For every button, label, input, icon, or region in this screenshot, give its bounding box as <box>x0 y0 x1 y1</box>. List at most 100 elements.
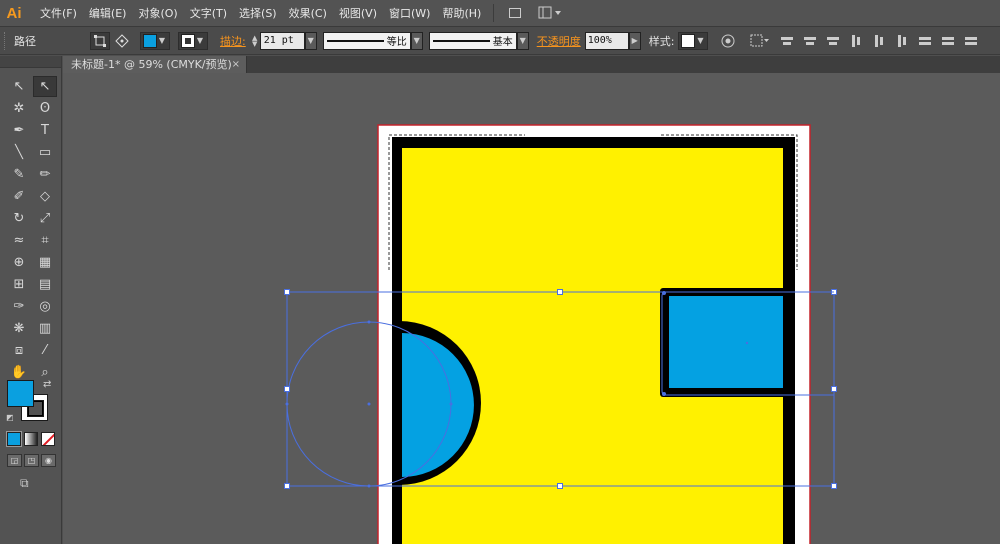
lasso-tool[interactable]: ʘ <box>33 98 57 119</box>
right-box-center <box>745 341 749 345</box>
panel-grip[interactable] <box>4 31 8 50</box>
control-bar: 路径 ▼ ▼ 描边: ▲ ▼ 21 pt ▼ 等比 ▼ 基本 ▼ 不透明度 100… <box>0 27 1000 55</box>
pen-tool[interactable]: ✒ <box>7 120 31 141</box>
menu-edit[interactable]: 编辑(E) <box>83 0 133 27</box>
menu-select[interactable]: 选择(S) <box>233 0 283 27</box>
color-mode-icon[interactable] <box>6 431 22 447</box>
canvas-area[interactable] <box>63 73 1000 544</box>
chevron-down-icon[interactable]: ▼ <box>410 31 423 50</box>
screen-mode-icon[interactable]: ⧉ <box>20 476 38 490</box>
style-label: 样式: <box>648 34 675 48</box>
menu-type[interactable]: 文字(T) <box>184 0 233 27</box>
direct-selection-tool[interactable]: ↖ <box>33 76 57 97</box>
stroke-color-control[interactable]: ▼ <box>178 31 208 50</box>
perspective-grid-tool[interactable]: ▦ <box>33 252 57 273</box>
fill-stroke-control: ⇄ ◩ <box>6 379 55 428</box>
mesh-tool[interactable]: ⊞ <box>7 274 31 295</box>
bridge-icon[interactable] <box>504 4 526 22</box>
chevron-down-icon: ▼ <box>158 36 166 45</box>
blend-tool[interactable]: ◎ <box>33 296 57 317</box>
scale-tool[interactable]: ⤢ <box>33 208 57 229</box>
slice-tool[interactable]: ⁄ <box>33 340 57 361</box>
artwork-svg <box>284 124 837 544</box>
align-top-icon[interactable] <box>848 33 864 49</box>
align-right-icon[interactable] <box>825 33 841 49</box>
close-icon[interactable]: × <box>232 56 240 73</box>
right-box-anchor <box>662 392 666 396</box>
circle-center-point <box>367 402 371 406</box>
type-tool[interactable]: T <box>33 120 57 141</box>
brush-line <box>432 39 490 42</box>
circle-anchor-top <box>367 320 371 324</box>
opacity-label[interactable]: 不透明度 <box>537 33 581 49</box>
fill-color-control[interactable]: ▼ <box>140 31 170 50</box>
gradient-mode-icon[interactable] <box>24 432 38 446</box>
recolor-artwork-icon[interactable] <box>718 32 738 50</box>
rectangle-tool[interactable]: ▭ <box>33 142 57 163</box>
fill-swatch <box>143 33 157 48</box>
draw-inside-icon[interactable]: ◉ <box>41 454 56 467</box>
brush-definition[interactable]: 基本 <box>428 31 517 50</box>
magic-wand-tool[interactable]: ✲ <box>7 98 31 119</box>
isolate-object-icon[interactable] <box>90 31 110 50</box>
right-box-fill[interactable] <box>669 296 783 388</box>
paintbrush-tool[interactable]: ✎ <box>7 164 31 185</box>
selection-tool[interactable]: ↖ <box>7 76 31 97</box>
distribute-top-icon[interactable] <box>917 33 933 49</box>
menu-file[interactable]: 文件(F) <box>34 0 83 27</box>
gradient-tool[interactable]: ▤ <box>33 274 57 295</box>
distribute-bottom-icon[interactable] <box>963 33 979 49</box>
align-left-icon[interactable] <box>779 33 795 49</box>
menu-window[interactable]: 窗口(W) <box>383 0 436 27</box>
chevron-down-icon[interactable]: ▼ <box>304 31 317 50</box>
transform-reference-icon[interactable] <box>748 32 772 50</box>
right-box-anchor <box>662 291 666 295</box>
eraser-tool[interactable]: ◇ <box>33 186 57 207</box>
rotate-tool[interactable]: ↻ <box>7 208 31 229</box>
default-fill-stroke-icon[interactable]: ◩ <box>6 413 14 422</box>
swap-fill-stroke-icon[interactable]: ⇄ <box>43 379 51 390</box>
graphic-style-control[interactable]: ▼ <box>678 31 709 50</box>
draw-behind-icon[interactable]: ◳ <box>24 454 39 467</box>
stroke-label[interactable]: 描边: <box>220 33 246 49</box>
menu-view[interactable]: 视图(V) <box>333 0 383 27</box>
align-bottom-icon[interactable] <box>894 33 910 49</box>
menu-object[interactable]: 对象(O) <box>132 0 183 27</box>
stroke-weight-control[interactable]: ▲ ▼ 21 pt ▼ <box>250 31 317 50</box>
anchor-point-icon[interactable] <box>112 32 132 50</box>
variable-width-profile[interactable]: 等比 <box>322 31 411 50</box>
arrange-documents-icon[interactable] <box>536 4 564 22</box>
document-tab-bar: 未标题-1* @ 59% (CMYK/预览) × <box>63 56 1000 73</box>
chevron-down-icon[interactable]: ▶ <box>628 31 641 50</box>
document-tab[interactable]: 未标题-1* @ 59% (CMYK/预览) × <box>63 56 247 73</box>
menu-effect[interactable]: 效果(C) <box>283 0 333 27</box>
align-vertical-center-icon[interactable] <box>871 33 887 49</box>
warp-tool[interactable]: ≈ <box>7 230 31 251</box>
fill-swatch-large[interactable] <box>7 380 34 407</box>
opacity-input[interactable]: 100% <box>584 31 629 50</box>
circle-anchor-right <box>449 402 453 406</box>
handle-top-middle <box>557 289 563 295</box>
shape-builder-tool[interactable]: ⊕ <box>7 252 31 273</box>
none-mode-icon[interactable] <box>41 432 55 446</box>
stepper-icon[interactable]: ▲ ▼ <box>250 32 260 50</box>
style-swatch <box>681 33 696 48</box>
align-horizontal-center-icon[interactable] <box>802 33 818 49</box>
pencil-tool[interactable]: ✏ <box>33 164 57 185</box>
stroke-weight-input[interactable]: 21 pt <box>259 31 305 50</box>
distribute-center-icon[interactable] <box>940 33 956 49</box>
free-transform-tool[interactable]: ⌗ <box>33 230 57 251</box>
menu-help[interactable]: 帮助(H) <box>436 0 487 27</box>
tools-panel-header[interactable] <box>0 56 61 68</box>
stroke-swatch <box>181 33 195 48</box>
blob-brush-tool[interactable]: ✐ <box>7 186 31 207</box>
column-graph-tool[interactable]: ▥ <box>33 318 57 339</box>
artboard-tool[interactable]: ⧈ <box>7 340 31 361</box>
chevron-down-icon[interactable]: ▼ <box>516 31 529 50</box>
brush-label: 基本 <box>492 37 513 48</box>
eyedropper-tool[interactable]: ✑ <box>7 296 31 317</box>
symbol-sprayer-tool[interactable]: ❋ <box>7 318 31 339</box>
selection-type-label: 路径 <box>14 34 36 48</box>
line-segment-tool[interactable]: ╲ <box>7 142 31 163</box>
draw-normal-icon[interactable]: ◲ <box>7 454 22 467</box>
